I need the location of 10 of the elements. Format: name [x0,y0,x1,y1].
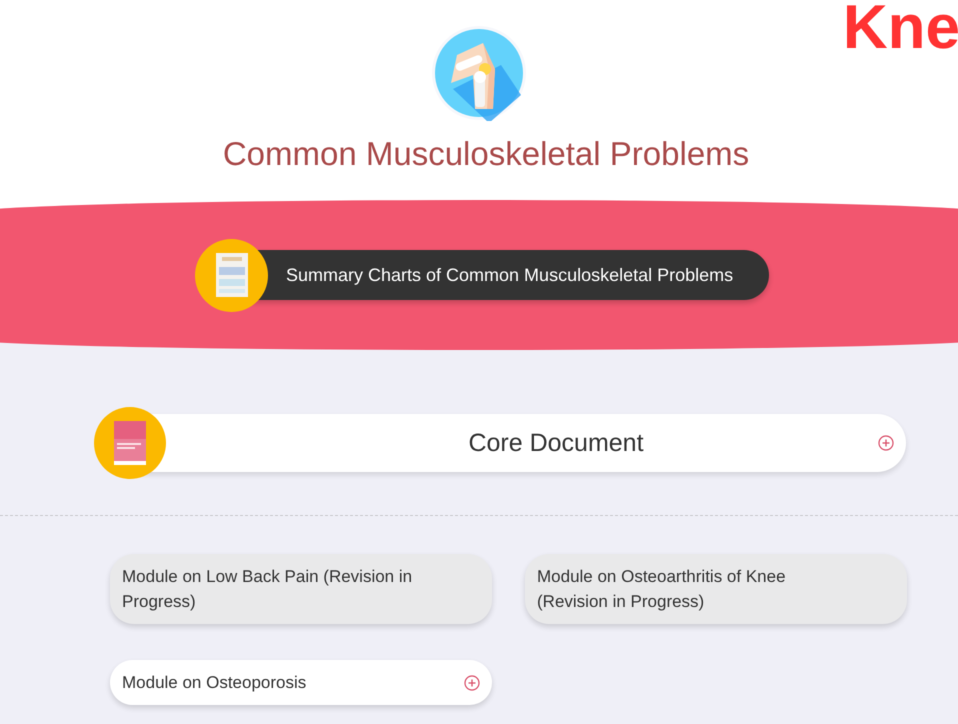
chart-sheet-icon [216,253,248,297]
page-heading: Kne [842,0,958,63]
core-document-panel[interactable]: Core Document [94,407,906,479]
knee-joint-icon [431,25,527,121]
document-thumbnail-icon [94,407,166,479]
page-title: Common Musculoskeletal Problems [222,135,750,173]
module-item[interactable]: Module on Osteoporosis [110,660,492,705]
plus-circle-icon [878,435,894,451]
plus-circle-icon [464,674,480,690]
core-document-label: Core Document [468,428,644,458]
